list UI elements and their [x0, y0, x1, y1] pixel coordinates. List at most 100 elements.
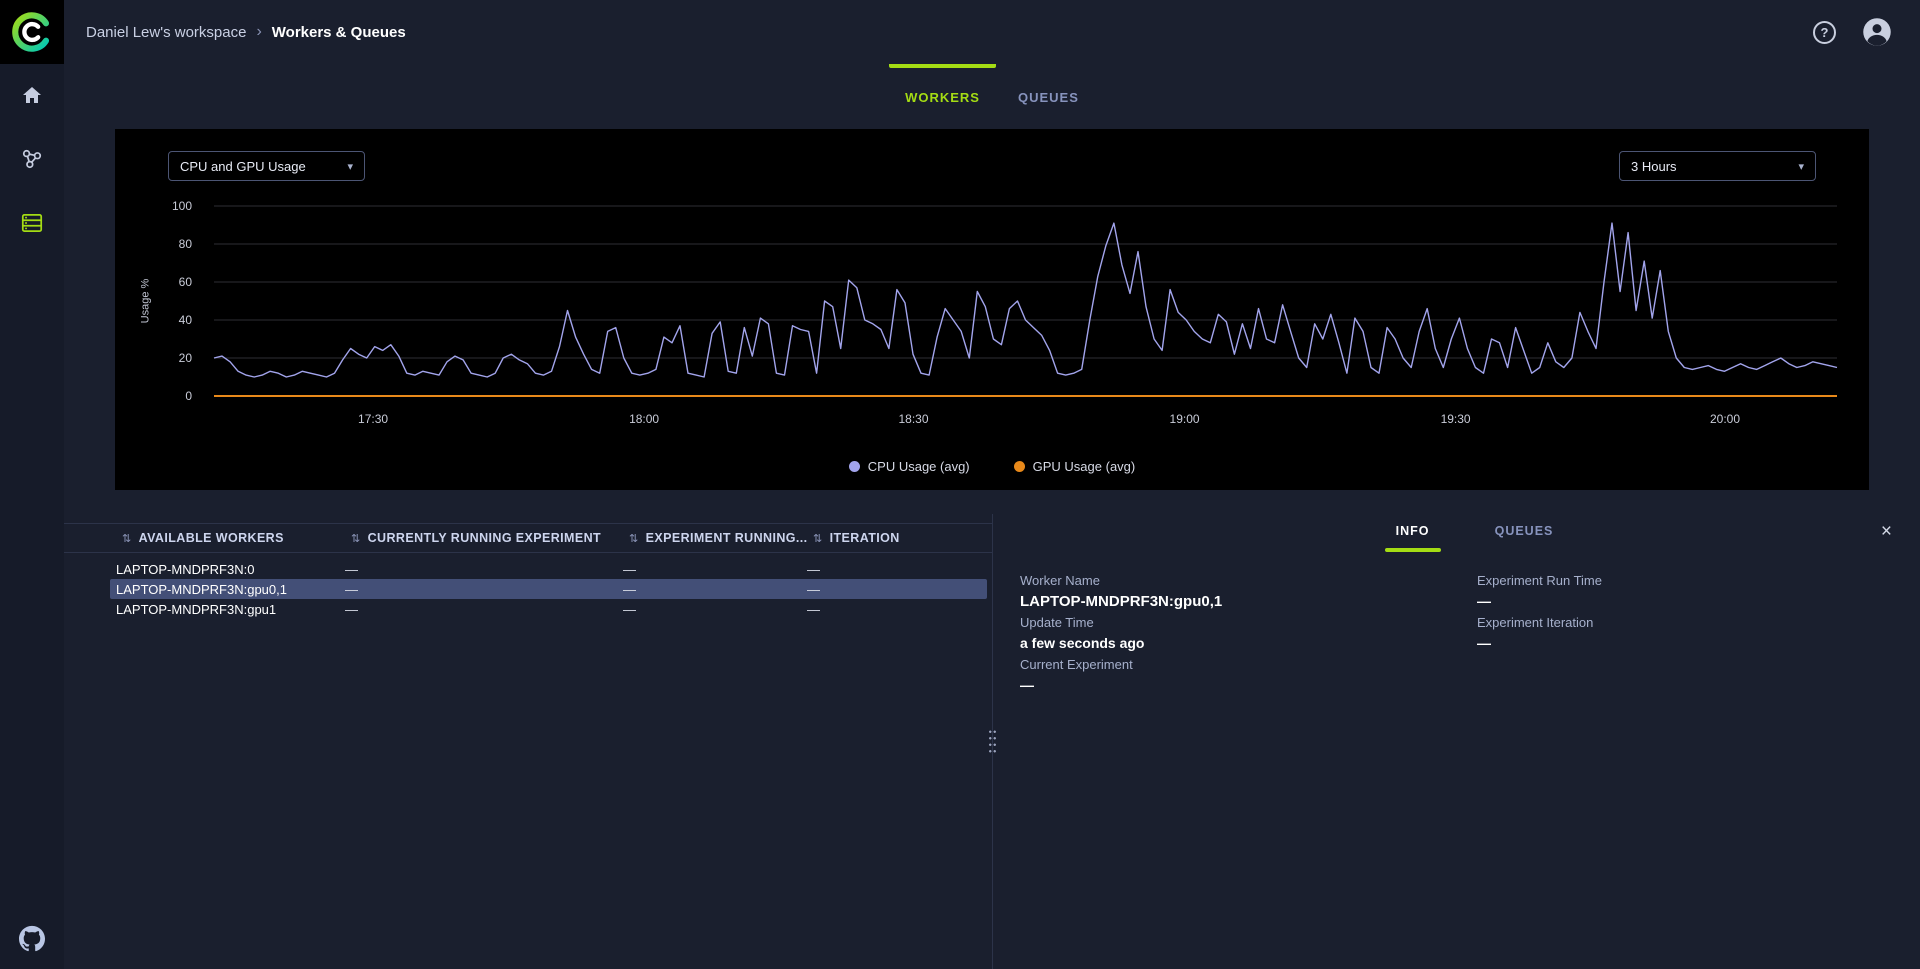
time-range-dropdown-value: 3 Hours — [1631, 159, 1677, 174]
legend-item-gpu[interactable]: GPU Usage (avg) — [1014, 459, 1136, 474]
sidebar — [0, 64, 64, 969]
workers-queues-icon — [19, 210, 45, 236]
close-icon[interactable]: × — [1881, 522, 1892, 541]
column-header-available-workers[interactable]: ⇅ AVAILABLE WORKERS — [122, 531, 351, 545]
details-tab-active-indicator — [1496, 548, 1552, 552]
cpu-legend-label: CPU Usage (avg) — [868, 459, 970, 474]
x-tick-label: 17:30 — [358, 412, 388, 426]
details-tab-queues-label: QUEUES — [1493, 518, 1556, 548]
table-row[interactable]: LAPTOP-MNDPRF3N:0 — — — — [110, 559, 987, 579]
workers-table: ⇅ AVAILABLE WORKERS ⇅ CURRENTLY RUNNING … — [64, 514, 992, 969]
details-tab-queues[interactable]: QUEUES — [1493, 518, 1556, 552]
sort-icon: ⇅ — [813, 532, 823, 545]
sort-icon: ⇅ — [629, 532, 639, 545]
x-tick-label: 18:30 — [898, 412, 928, 426]
sort-icon: ⇅ — [122, 532, 132, 545]
worker-name-cell: LAPTOP-MNDPRF3N:gpu1 — [116, 602, 345, 617]
y-tick-label: 20 — [179, 351, 192, 365]
avatar-icon — [1862, 17, 1892, 47]
iteration-cell: — — [807, 582, 987, 597]
column-label: CURRENTLY RUNNING EXPERIMENT — [368, 531, 601, 545]
field-label: Current Experiment — [1020, 654, 1477, 675]
x-tick-label: 19:00 — [1170, 412, 1200, 426]
tab-active-indicator — [1002, 64, 1095, 68]
chart-legend: CPU Usage (avg) GPU Usage (avg) — [115, 459, 1869, 474]
y-tick-label: 40 — [179, 313, 192, 327]
main-content: WORKERS QUEUES CPU and GPU Usage ▾ 3 Hou… — [64, 64, 1920, 969]
iteration-cell: — — [807, 562, 987, 577]
help-glyph: ? — [1821, 25, 1829, 40]
column-header-running-experiment[interactable]: ⇅ CURRENTLY RUNNING EXPERIMENT — [351, 531, 629, 545]
breadcrumb-workspace[interactable]: Daniel Lew's workspace — [86, 24, 246, 41]
table-row[interactable]: LAPTOP-MNDPRF3N:gpu1 — — — — [110, 599, 987, 619]
worker-name-cell: LAPTOP-MNDPRF3N:gpu0,1 — [116, 582, 345, 597]
y-tick-label: 80 — [179, 237, 192, 251]
column-label: ITERATION — [830, 531, 900, 545]
usage-chart-plot — [214, 206, 1837, 396]
chevron-down-icon: ▾ — [1798, 160, 1804, 173]
sidebar-item-github[interactable] — [19, 925, 45, 951]
tab-workers-label: WORKERS — [889, 90, 996, 105]
info-fields-right: Experiment Run Time — Experiment Iterati… — [1477, 570, 1920, 696]
sidebar-item-workers-queues[interactable] — [19, 210, 45, 236]
clearml-logo[interactable] — [0, 0, 64, 64]
avatar[interactable] — [1862, 17, 1892, 47]
topbar-actions: ? — [1813, 17, 1920, 47]
x-tick-label: 18:00 — [629, 412, 659, 426]
chevron-down-icon: ▾ — [347, 160, 353, 173]
details-tab-info[interactable]: INFO — [1385, 518, 1441, 552]
github-icon — [19, 925, 45, 952]
tab-workers[interactable]: WORKERS — [889, 64, 996, 120]
gpu-legend-label: GPU Usage (avg) — [1033, 459, 1136, 474]
column-header-iteration[interactable]: ⇅ ITERATION — [813, 531, 992, 545]
legend-item-cpu[interactable]: CPU Usage (avg) — [849, 459, 970, 474]
current-experiment-value: — — [1020, 675, 1477, 696]
sort-icon: ⇅ — [351, 532, 361, 545]
sidebar-item-dashboard[interactable] — [19, 82, 45, 108]
table-row[interactable]: LAPTOP-MNDPRF3N:gpu0,1 — — — — [110, 579, 987, 599]
worker-details-panel: × INFO QUEUES Worker Name LAPTOP-MNDPRF3… — [993, 514, 1920, 969]
breadcrumb-separator-icon: › — [256, 23, 261, 41]
metric-dropdown-value: CPU and GPU Usage — [180, 159, 306, 174]
runtime-cell: — — [623, 582, 807, 597]
main-tabs: WORKERS QUEUES — [64, 64, 1920, 120]
home-icon — [20, 83, 44, 107]
usage-chart-panel: CPU and GPU Usage ▾ 3 Hours ▾ Usage % 02… — [115, 129, 1869, 490]
y-tick-label: 60 — [179, 275, 192, 289]
field-label: Experiment Run Time — [1477, 570, 1920, 591]
field-label: Worker Name — [1020, 570, 1477, 591]
breadcrumb: Daniel Lew's workspace › Workers & Queue… — [86, 23, 406, 41]
field-label: Update Time — [1020, 612, 1477, 633]
gpu-legend-dot-icon — [1014, 461, 1025, 472]
worker-name-cell: LAPTOP-MNDPRF3N:0 — [116, 562, 345, 577]
update-time-value: a few seconds ago — [1020, 633, 1477, 654]
runtime-cell: — — [623, 562, 807, 577]
experiment-cell: — — [345, 582, 623, 597]
metric-dropdown[interactable]: CPU and GPU Usage ▾ — [168, 151, 365, 181]
usage-chart — [214, 206, 1837, 396]
tab-active-indicator — [889, 64, 996, 68]
tab-queues[interactable]: QUEUES — [1002, 64, 1095, 120]
bottom-section: ⇅ AVAILABLE WORKERS ⇅ CURRENTLY RUNNING … — [64, 514, 1920, 969]
column-label: AVAILABLE WORKERS — [139, 531, 284, 545]
column-header-experiment-running-time[interactable]: ⇅ EXPERIMENT RUNNING... — [629, 531, 813, 545]
projects-icon — [19, 146, 45, 172]
info-fields-left: Worker Name LAPTOP-MNDPRF3N:gpu0,1 Updat… — [1020, 570, 1477, 696]
worker-info-fields: Worker Name LAPTOP-MNDPRF3N:gpu0,1 Updat… — [1020, 570, 1920, 696]
details-tabs: INFO QUEUES — [1020, 514, 1920, 552]
tab-queues-label: QUEUES — [1002, 90, 1095, 105]
time-range-dropdown[interactable]: 3 Hours ▾ — [1619, 151, 1816, 181]
details-tab-info-label: INFO — [1394, 518, 1432, 548]
x-tick-label: 20:00 — [1710, 412, 1740, 426]
help-icon[interactable]: ? — [1813, 21, 1836, 44]
y-axis-ticks: 020406080100 — [115, 206, 192, 396]
x-axis-ticks: 17:3018:0018:3019:0019:3020:00 — [214, 412, 1837, 429]
experiment-cell: — — [345, 562, 623, 577]
sidebar-item-projects[interactable] — [19, 146, 45, 172]
top-bar: Daniel Lew's workspace › Workers & Queue… — [0, 0, 1920, 64]
iteration-cell: — — [807, 602, 987, 617]
experiment-cell: — — [345, 602, 623, 617]
worker-name-value: LAPTOP-MNDPRF3N:gpu0,1 — [1020, 591, 1477, 612]
table-header: ⇅ AVAILABLE WORKERS ⇅ CURRENTLY RUNNING … — [64, 523, 992, 553]
breadcrumb-page: Workers & Queues — [272, 24, 406, 41]
